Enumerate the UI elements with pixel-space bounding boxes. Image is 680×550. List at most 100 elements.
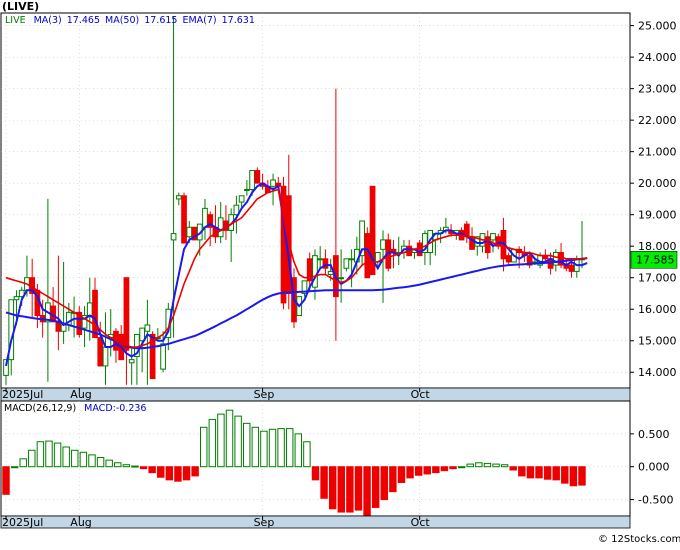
- x-tick-label: Aug: [70, 388, 91, 401]
- candle-down: [97, 337, 104, 367]
- candle-up: [175, 195, 182, 200]
- candle-up: [170, 233, 177, 241]
- candle-up: [238, 195, 245, 203]
- price-y-tick-label: 15.000: [638, 335, 677, 348]
- macd-bar-positive: [36, 441, 45, 468]
- macd-bar-negative: [509, 466, 517, 471]
- chart-svg: 25.000 24.000 23.000 22.000 21.000 20.000 19.0…: [0, 0, 680, 546]
- candle-down: [92, 289, 98, 339]
- macd-bar-positive: [251, 426, 260, 468]
- last-value-label: 17.585: [636, 253, 675, 266]
- macd-bar-negative: [371, 466, 380, 508]
- candle-up: [348, 258, 355, 261]
- macd-bar-negative: [552, 466, 560, 481]
- macd-bar-negative: [449, 466, 457, 470]
- macd-bar-positive: [303, 441, 311, 468]
- macd-bar-negative: [569, 466, 578, 487]
- price-y-tick-label: 14.000: [638, 366, 677, 379]
- x-tick-label: Oct: [411, 516, 431, 529]
- macd-bar-positive: [96, 457, 105, 468]
- last-value-tag: 17.585: [630, 251, 678, 269]
- macd-bar-positive: [45, 440, 53, 468]
- macd-bar-positive: [225, 409, 234, 468]
- candle-up: [244, 188, 250, 191]
- macd-x-axis-band: [0, 515, 631, 529]
- macd-bar-positive: [475, 462, 483, 468]
- macd-bar-positive: [294, 433, 303, 468]
- macd-bar-negative: [543, 466, 552, 480]
- price-y-tick-label: 23.000: [638, 83, 677, 96]
- candle-up: [317, 258, 324, 261]
- candle-up: [102, 346, 109, 367]
- macd-bar-positive: [457, 466, 466, 469]
- macd-bar-negative: [406, 466, 414, 479]
- candle-down: [254, 170, 261, 184]
- macd-bar-positive: [10, 466, 19, 469]
- price-y-tick-label: 21.000: [638, 146, 677, 159]
- macd-bar-negative: [139, 466, 148, 470]
- x-tick-label: 2025Jul: [2, 516, 43, 529]
- candle-up: [490, 233, 496, 241]
- macd-y-tick-label: 0.500: [638, 428, 670, 441]
- macd-bar-positive: [122, 464, 131, 468]
- x-tick-label: Aug: [70, 516, 91, 529]
- candle-down: [123, 277, 130, 351]
- x-tick-label: 2025Jul: [2, 388, 43, 401]
- candle-up: [327, 270, 334, 276]
- legend-item: 17.631: [222, 15, 255, 26]
- macd-bar-positive: [217, 413, 225, 468]
- candle-up: [380, 239, 386, 250]
- candle-up: [552, 251, 559, 266]
- macd-bar-negative: [561, 466, 569, 484]
- chart-title: (LIVE): [2, 0, 39, 13]
- candle-up: [249, 170, 255, 190]
- macd-bar-negative: [363, 466, 371, 516]
- macd-bar-positive: [88, 454, 96, 468]
- macd-bar-negative: [354, 466, 363, 511]
- macd-bar-negative: [165, 466, 174, 481]
- candle-up: [128, 359, 135, 364]
- macd-bar-negative: [174, 466, 182, 482]
- price-y-tick-label: 19.000: [638, 209, 677, 222]
- macd-bar-positive: [208, 418, 217, 468]
- macd-bar-positive: [200, 426, 208, 468]
- macd-bar-negative: [148, 466, 156, 474]
- macd-bar-negative: [414, 466, 423, 476]
- price-y-tick-label: 20.000: [638, 177, 677, 190]
- price-y-tick-label: 16.000: [638, 303, 677, 316]
- x-tick-label: Sep: [254, 516, 275, 529]
- candle-up: [338, 277, 344, 280]
- price-y-tick-label: 25.000: [638, 20, 677, 33]
- legend-item: EMA(7): [182, 15, 216, 26]
- macd-bar-positive: [483, 462, 492, 468]
- macd-bar-negative: [389, 466, 397, 493]
- macd-bar-negative: [397, 466, 406, 483]
- legend-item: 17.465: [67, 15, 100, 26]
- macd-bar-positive: [500, 464, 509, 468]
- macd-bar-positive: [19, 458, 27, 468]
- candle-down: [181, 195, 187, 244]
- macd-bar-positive: [234, 415, 242, 468]
- macd-y-tick-label: -0.500: [638, 494, 673, 507]
- candle-up: [86, 302, 93, 317]
- macd-bar-negative: [337, 466, 346, 513]
- candle-up: [343, 258, 350, 269]
- legend-item: 17.615: [144, 15, 177, 26]
- macd-bar-negative: [423, 466, 431, 475]
- macd-bar-negative: [578, 466, 586, 486]
- macd-legend-item: MACD:-0.236: [84, 403, 146, 414]
- macd-bar-positive: [53, 442, 62, 468]
- macd-legend: MACD(26,12,9) MACD:-0.236: [4, 403, 146, 414]
- macd-bar-positive: [71, 449, 79, 468]
- candle-up: [217, 217, 224, 238]
- macd-bar-negative: [191, 466, 199, 477]
- macd-bar-positive: [114, 462, 122, 468]
- macd-bar-positive: [277, 428, 285, 468]
- macd-bar-negative: [432, 466, 440, 474]
- candle-up: [144, 324, 151, 332]
- price-y-tick-label: 22.000: [638, 114, 677, 127]
- macd-bar-negative: [328, 466, 337, 510]
- macd-bar-positive: [242, 422, 251, 468]
- macd-bar-positive: [62, 446, 70, 468]
- macd-legend-item: MACD(26,12,9): [4, 403, 76, 414]
